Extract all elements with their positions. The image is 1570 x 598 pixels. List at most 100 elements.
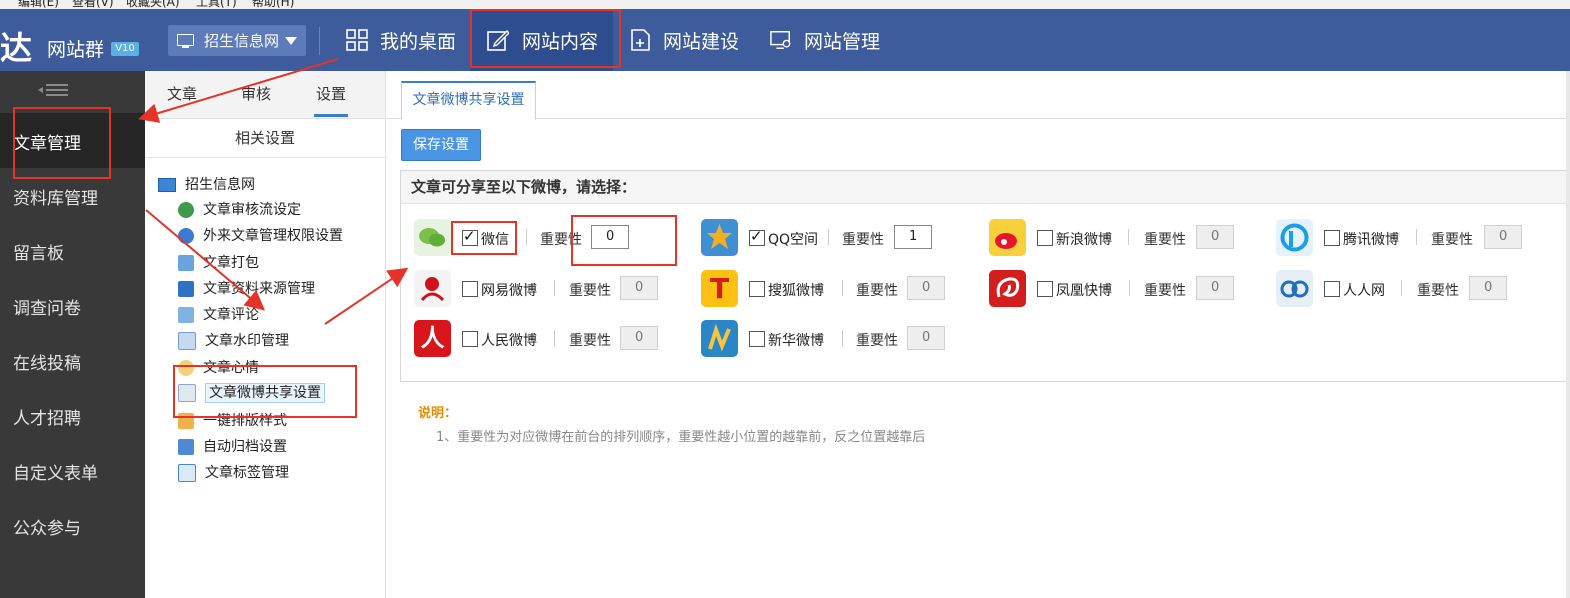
divider xyxy=(554,330,555,346)
collapse-menu-icon[interactable] xyxy=(38,82,68,98)
tab-article[interactable]: 文章 xyxy=(167,83,197,104)
tab-settings[interactable]: 设置 xyxy=(313,83,349,117)
sidebar-item-label: 人才招聘 xyxy=(13,409,81,429)
tab-weibo-share-settings[interactable]: 文章微博共享设置 xyxy=(401,81,536,120)
wechat-importance-input[interactable]: 0 xyxy=(591,225,629,249)
importance-label: 重要性 xyxy=(856,283,898,299)
divider xyxy=(1401,280,1402,296)
divider xyxy=(1129,280,1130,296)
tree-item[interactable]: 文章心情 xyxy=(178,357,259,377)
menu-tools[interactable]: 工具(T) xyxy=(196,0,237,9)
sohu-weibo-importance-input[interactable]: 0 xyxy=(907,276,945,300)
sidebar-item-database-management[interactable]: 资料库管理 xyxy=(0,168,145,223)
platform-name: 微信 xyxy=(481,232,509,248)
sidebar-item-label: 自定义表单 xyxy=(13,464,98,484)
importance-label: 重要性 xyxy=(1417,283,1459,299)
platform-netease-weibo: 网易微博 重要性 0 xyxy=(414,270,684,308)
qzone-importance-input[interactable]: 1 xyxy=(894,225,932,249)
platform-name: 新浪微博 xyxy=(1056,232,1112,248)
menu-view[interactable]: 查看(V) xyxy=(72,0,114,9)
tree-item[interactable]: 外来文章管理权限设置 xyxy=(178,225,343,245)
note-text: 1、重要性为对应微博在前台的排列顺序，重要性越小位置的越靠前，反之位置越靠后 xyxy=(436,430,926,445)
people-weibo-checkbox[interactable] xyxy=(462,331,478,347)
qzone-icon xyxy=(701,219,738,256)
tree-item[interactable]: 自动归档设置 xyxy=(178,436,287,456)
logo-text: 网站群 xyxy=(47,39,105,61)
xinhua-weibo-checkbox[interactable] xyxy=(749,331,765,347)
menu-favorites[interactable]: 收藏夹(A) xyxy=(126,0,180,9)
qzone-checkbox[interactable] xyxy=(749,227,765,246)
monitor-gear-icon xyxy=(770,31,791,49)
tree-item[interactable]: 文章资料来源管理 xyxy=(178,278,315,298)
xinhua-weibo-icon xyxy=(701,320,738,357)
nav-site-admin[interactable]: 网站管理 xyxy=(757,9,897,71)
package-icon xyxy=(178,255,194,271)
scrollbar[interactable] xyxy=(1566,71,1570,598)
tree-root[interactable]: 招生信息网 xyxy=(158,174,255,194)
sidebar-item-message-board[interactable]: 留言板 xyxy=(0,223,145,278)
importance-label: 重要性 xyxy=(856,333,898,349)
tree-item[interactable]: 文章标签管理 xyxy=(178,462,289,482)
tree-item[interactable]: 文章审核流设定 xyxy=(178,199,301,219)
netease-weibo-importance-input[interactable]: 0 xyxy=(620,276,658,300)
renren-icon xyxy=(1276,270,1313,307)
tree-item[interactable]: 文章打包 xyxy=(178,252,259,272)
renren-checkbox[interactable] xyxy=(1324,281,1340,297)
renren-importance-input[interactable]: 0 xyxy=(1469,276,1507,300)
wechat-checkbox[interactable] xyxy=(462,227,478,246)
tencent-weibo-importance-input[interactable]: 0 xyxy=(1484,225,1522,249)
people-weibo-importance-input[interactable]: 0 xyxy=(620,326,658,350)
tencent-weibo-checkbox[interactable] xyxy=(1324,230,1340,246)
platform-qzone: QQ空间 重要性 1 xyxy=(701,219,971,257)
sina-weibo-checkbox[interactable] xyxy=(1037,230,1053,246)
platform-people-weibo: 人 人民微博 重要性 0 xyxy=(414,320,684,358)
sidebar-item-article-management[interactable]: 文章管理 xyxy=(0,113,145,168)
content-tabs: 文章微博共享设置 xyxy=(386,71,1570,120)
nav-site-content[interactable]: 网站内容 xyxy=(470,9,613,71)
netease-weibo-checkbox[interactable] xyxy=(462,281,478,297)
monitor-icon xyxy=(158,178,176,192)
platform-name: 搜狐微博 xyxy=(768,283,824,299)
sidebar-item-online-submission[interactable]: 在线投稿 xyxy=(0,333,145,388)
share-options-box: 文章可分享至以下微博，请选择： 微信 重要性 0 QQ空间 重要性 1 新浪微博… xyxy=(400,170,1570,382)
importance-label: 重要性 xyxy=(842,232,884,248)
xinhua-weibo-importance-input[interactable]: 0 xyxy=(907,326,945,350)
sidebar-item-recruitment[interactable]: 人才招聘 xyxy=(0,388,145,443)
ifeng-importance-input[interactable]: 0 xyxy=(1196,276,1234,300)
divider xyxy=(842,330,843,346)
platform-renren: 人人网 重要性 0 xyxy=(1276,270,1546,308)
sidebar-item-public-participation[interactable]: 公众参与 xyxy=(0,498,145,553)
settings-panel: 文章 审核 设置 相关设置 招生信息网 文章审核流设定 外来文章管理权限设置 文… xyxy=(145,71,386,598)
menu-help[interactable]: 帮助(H) xyxy=(252,0,294,9)
ifeng-icon xyxy=(989,270,1026,307)
menu-edit[interactable]: 编辑(E) xyxy=(18,0,59,9)
import-icon xyxy=(178,281,194,297)
sohu-weibo-checkbox[interactable] xyxy=(749,281,765,297)
tree-item[interactable]: 文章评论 xyxy=(178,304,259,324)
comment-icon xyxy=(178,307,194,323)
tree-root-label: 招生信息网 xyxy=(185,177,255,193)
site-selector[interactable]: 招生信息网 xyxy=(168,25,306,56)
sohu-weibo-icon: T xyxy=(701,270,738,307)
ifeng-checkbox[interactable] xyxy=(1037,281,1053,297)
grid-icon xyxy=(346,29,368,51)
sidebar-item-survey[interactable]: 调查问卷 xyxy=(0,278,145,333)
nav-site-build[interactable]: 网站建设 xyxy=(617,9,757,71)
save-settings-button[interactable]: 保存设置 xyxy=(401,129,481,161)
sidebar-item-label: 在线投稿 xyxy=(13,354,81,374)
nav-my-desktop[interactable]: 我的桌面 xyxy=(331,9,470,71)
platform-name: 人人网 xyxy=(1343,283,1385,299)
platform-name: QQ空间 xyxy=(768,232,819,248)
watermark-icon xyxy=(178,332,196,350)
main-content: 文章微博共享设置 保存设置 文章可分享至以下微博，请选择： 微信 重要性 0 Q… xyxy=(386,71,1570,598)
tree-item[interactable]: 文章水印管理 xyxy=(178,330,289,350)
importance-label: 重要性 xyxy=(569,283,611,299)
tree-item-selected[interactable]: 文章微博共享设置 xyxy=(178,382,325,403)
sina-weibo-importance-input[interactable]: 0 xyxy=(1196,225,1234,249)
nav-label: 网站建设 xyxy=(663,31,740,53)
tab-review[interactable]: 审核 xyxy=(241,83,271,104)
sidebar-item-custom-form[interactable]: 自定义表单 xyxy=(0,443,145,498)
tencent-weibo-icon xyxy=(1276,219,1313,256)
divider xyxy=(319,27,320,55)
tree-item[interactable]: 一键排版样式 xyxy=(178,410,287,430)
